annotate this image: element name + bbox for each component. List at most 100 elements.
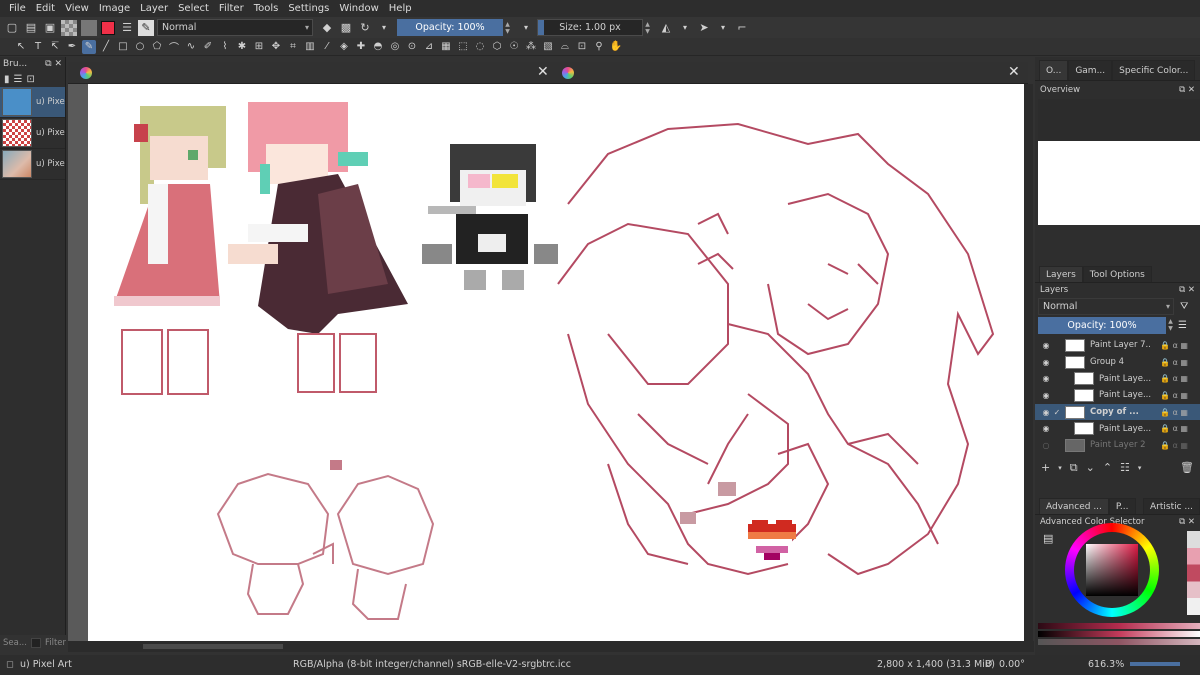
menu-layer[interactable]: Layer xyxy=(135,0,173,17)
enclose-fill-icon[interactable]: ◎ xyxy=(388,40,402,54)
layer-row[interactable]: ◉ Paint Laye... 🔒 α ▦ xyxy=(1035,370,1200,387)
tab-layers[interactable]: Layers xyxy=(1039,266,1083,282)
tab-palette[interactable]: P... xyxy=(1108,498,1136,514)
blend-mode-select[interactable]: Normal ▾ xyxy=(157,19,313,36)
color-picker-icon[interactable]: ⁄ xyxy=(320,40,334,54)
multibrush-icon[interactable]: ✱ xyxy=(235,40,249,54)
eye-icon[interactable]: ◉ xyxy=(1040,358,1052,367)
freehand-path-icon[interactable]: ✐ xyxy=(201,40,215,54)
eye-icon[interactable]: ◉ xyxy=(1040,408,1052,417)
color-settings-icon[interactable]: ▤ xyxy=(1043,532,1053,545)
select-shapes-icon[interactable]: ↖ xyxy=(14,40,28,54)
gradient-swatch[interactable] xyxy=(61,19,77,36)
reference-images-icon[interactable]: ▦ xyxy=(439,40,453,54)
eraser-mode-icon[interactable]: ◆ xyxy=(319,20,335,36)
scrollbar-thumb[interactable] xyxy=(143,644,283,649)
layer-lock-icons[interactable]: 🔒 α ▦ xyxy=(1160,424,1188,433)
layer-lock-icons[interactable]: 🔒 α ▦ xyxy=(1160,341,1188,350)
more-icon[interactable]: ▾ xyxy=(376,20,392,36)
document-tab[interactable]: ✕ xyxy=(562,62,1028,84)
mirror-menu-icon[interactable]: ▾ xyxy=(677,20,693,36)
color-wheel[interactable] xyxy=(1065,523,1159,617)
polygon-select-icon[interactable]: ⬡ xyxy=(490,40,504,54)
zoom-tool-icon[interactable]: ⚲ xyxy=(592,40,606,54)
layer-opacity-spinner[interactable]: ▲ ▼ xyxy=(1166,317,1175,334)
menu-help[interactable]: Help xyxy=(384,0,417,17)
layer-opacity-slider[interactable]: Opacity: 100% xyxy=(1038,316,1166,334)
layer-lock-icons[interactable]: 🔒 α ▦ xyxy=(1160,441,1188,450)
menu-file[interactable]: File xyxy=(4,0,31,17)
colorize-mask-icon[interactable]: ◈ xyxy=(337,40,351,54)
preserve-alpha-icon[interactable]: ▩ xyxy=(338,20,354,36)
calligraphy-icon[interactable]: ✒ xyxy=(65,40,79,54)
layer-lock-icons[interactable]: 🔒 α ▦ xyxy=(1160,358,1188,367)
list-view-icon[interactable]: ☰ xyxy=(14,74,23,85)
color-shade-strips[interactable] xyxy=(1038,623,1200,649)
edit-shapes-icon[interactable]: ↸ xyxy=(48,40,62,54)
polyline-tool-icon[interactable]: ⌒ xyxy=(167,40,181,54)
transform-icon[interactable]: ⊞ xyxy=(252,40,266,54)
menu-view[interactable]: View xyxy=(60,0,94,17)
float-docker-icon[interactable]: ⧉ ✕ xyxy=(45,59,62,69)
flow-menu-icon[interactable]: ▾ xyxy=(518,20,534,36)
eye-icon[interactable]: ◉ xyxy=(1040,391,1052,400)
zoom-slider[interactable] xyxy=(1130,662,1180,666)
saturation-value-square[interactable] xyxy=(1086,544,1138,596)
layer-menu-icon[interactable]: ☰ xyxy=(1178,320,1187,331)
ellipse-select-icon[interactable]: ◌ xyxy=(473,40,487,54)
add-layer-menu-icon[interactable]: ▾ xyxy=(1058,464,1062,472)
docker-controls[interactable]: ⧉ ✕ xyxy=(1179,517,1195,527)
eye-icon[interactable]: ◉ xyxy=(1040,424,1052,433)
filter-checkbox[interactable] xyxy=(30,638,41,648)
pattern-swatch[interactable] xyxy=(81,19,97,36)
image-size[interactable]: 2,800 x 1,400 (31.3 MiB) xyxy=(877,659,995,670)
menu-filter[interactable]: Filter xyxy=(214,0,249,17)
menu-select[interactable]: Select xyxy=(173,0,214,17)
opacity-spinner[interactable]: ▲ ▼ xyxy=(503,19,512,36)
drawing-canvas[interactable] xyxy=(88,84,1024,641)
crop-tool-icon[interactable]: ⌗ xyxy=(286,40,300,54)
brush-preset-icon[interactable]: ✎ xyxy=(138,19,154,36)
tab-specific-color[interactable]: Specific Color... xyxy=(1112,60,1196,80)
magnetic-select-icon[interactable]: ⊡ xyxy=(575,40,589,54)
eye-icon[interactable]: ◉ xyxy=(1040,374,1052,383)
assistant-tool-icon[interactable]: ⊙ xyxy=(405,40,419,54)
rectangle-select-icon[interactable]: ⬚ xyxy=(456,40,470,54)
polygon-tool-icon[interactable]: ⬠ xyxy=(150,40,164,54)
wrap-around-icon[interactable]: ⌐ xyxy=(734,20,750,36)
bezier-tool-icon[interactable]: ∿ xyxy=(184,40,198,54)
tab-gamut[interactable]: Gam... xyxy=(1068,60,1113,80)
mirror-vertical-icon[interactable]: ➤ xyxy=(696,20,712,36)
layer-lock-icons[interactable]: 🔒 α ▦ xyxy=(1160,408,1188,417)
contiguous-select-icon[interactable]: ⁂ xyxy=(524,40,538,54)
freehand-brush-icon[interactable]: ✎ xyxy=(82,39,96,54)
bezier-select-icon[interactable]: ⌓ xyxy=(558,40,572,54)
layer-row-selected[interactable]: ◉ ✓ Copy of ... 🔒 α ▦ xyxy=(1035,403,1200,421)
size-spinner[interactable]: ▲ ▼ xyxy=(643,19,652,36)
menu-settings[interactable]: Settings xyxy=(283,0,334,17)
layer-row[interactable]: ○ Paint Layer 2 🔒 α ▦ xyxy=(1035,437,1200,454)
brush-preset-item[interactable]: u) Pixe xyxy=(0,87,65,118)
mirror-vertical-menu-icon[interactable]: ▾ xyxy=(715,20,731,36)
open-document-icon[interactable]: ▤ xyxy=(23,20,39,36)
vertical-scrollbar[interactable] xyxy=(1024,84,1033,641)
layer-blend-select[interactable]: Normal ▾ xyxy=(1038,297,1174,315)
dynamic-brush-icon[interactable]: ⌇ xyxy=(218,40,232,54)
layer-lock-icons[interactable]: 🔒 α ▦ xyxy=(1160,391,1188,400)
horizontal-scrollbar[interactable] xyxy=(68,641,1034,652)
duplicate-layer-icon[interactable]: ⧉ xyxy=(1070,461,1078,475)
freehand-select-icon[interactable]: ☉ xyxy=(507,40,521,54)
zoom-value[interactable]: 616.3% xyxy=(1088,659,1124,670)
layer-row[interactable]: ◉ Paint Laye... 🔒 α ▦ xyxy=(1035,420,1200,437)
close-icon[interactable]: ✕ xyxy=(1008,64,1020,80)
tab-tool-options[interactable]: Tool Options xyxy=(1082,266,1152,282)
grid-view-icon[interactable]: ⊡ xyxy=(26,74,34,85)
rectangle-tool-icon[interactable]: □ xyxy=(116,40,130,54)
eye-hidden-icon[interactable]: ○ xyxy=(1040,441,1052,450)
add-layer-icon[interactable]: + xyxy=(1041,461,1050,474)
size-slider[interactable]: Size: 1.00 px xyxy=(537,19,643,36)
save-icon[interactable]: ▣ xyxy=(42,20,58,36)
text-tool-icon[interactable]: T xyxy=(31,40,45,54)
measure-tool-icon[interactable]: ⊿ xyxy=(422,40,436,54)
tab-artistic-color[interactable]: Artistic ... xyxy=(1143,498,1200,514)
